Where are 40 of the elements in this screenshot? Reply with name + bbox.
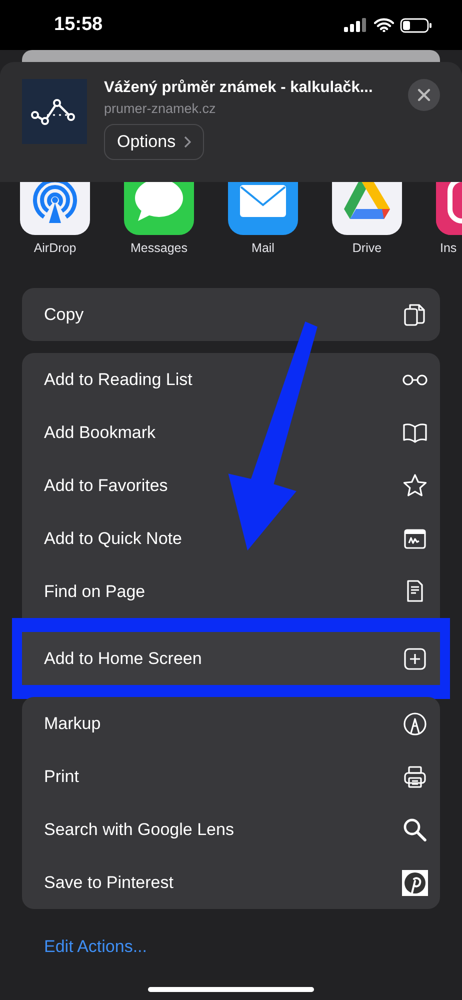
wifi-icon [374, 18, 394, 32]
chevron-right-icon [184, 136, 191, 148]
action-row[interactable]: Copy [22, 288, 440, 341]
action-row[interactable]: Print [22, 750, 440, 803]
close-button[interactable] [408, 79, 440, 111]
action-row[interactable]: Search with Google Lens [22, 803, 440, 856]
action-row[interactable]: Add to Home Screen [22, 632, 440, 685]
close-icon [417, 88, 431, 102]
app-icon[interactable] [436, 182, 462, 235]
options-button[interactable]: Options [104, 124, 204, 160]
printer-icon [402, 764, 428, 790]
app-icon[interactable] [20, 182, 90, 235]
pinterest-logo-icon [402, 870, 428, 896]
app-label: Messages [130, 241, 188, 255]
action-row[interactable]: Add to Quick Note [22, 512, 440, 565]
action-row[interactable]: Add to Reading List [22, 353, 440, 406]
app-label: AirDrop [34, 241, 76, 255]
app-label: Drive [352, 241, 382, 255]
app-icon[interactable] [332, 182, 402, 235]
page-title: Vážený průměr známek - kalkulačk... [104, 79, 373, 97]
copy-icon [402, 302, 428, 328]
plus-square-icon [402, 646, 428, 672]
star-icon [402, 472, 428, 498]
app-label: Mail [252, 241, 274, 255]
app-icon[interactable] [124, 182, 194, 235]
battery-icon [400, 18, 432, 32]
status-time: 15:58 [54, 14, 103, 36]
app-label: Ins [440, 241, 457, 255]
signal-icon [344, 18, 368, 32]
page-url: prumer-znamek.cz [104, 101, 216, 116]
action-row[interactable]: Markup [22, 697, 440, 750]
action-row[interactable]: Save to Pinterest [22, 856, 440, 909]
instagram-logo-icon [436, 182, 462, 235]
pen-circle-icon [402, 710, 428, 736]
app-icon[interactable] [228, 182, 298, 235]
action-row[interactable]: Add Bookmark [22, 406, 440, 459]
action-row[interactable]: Find on Page [22, 565, 440, 618]
search-icon [402, 816, 428, 842]
edit-actions-link[interactable]: Edit Actions... [44, 937, 147, 957]
action-row[interactable]: Add to Favorites [22, 459, 440, 512]
